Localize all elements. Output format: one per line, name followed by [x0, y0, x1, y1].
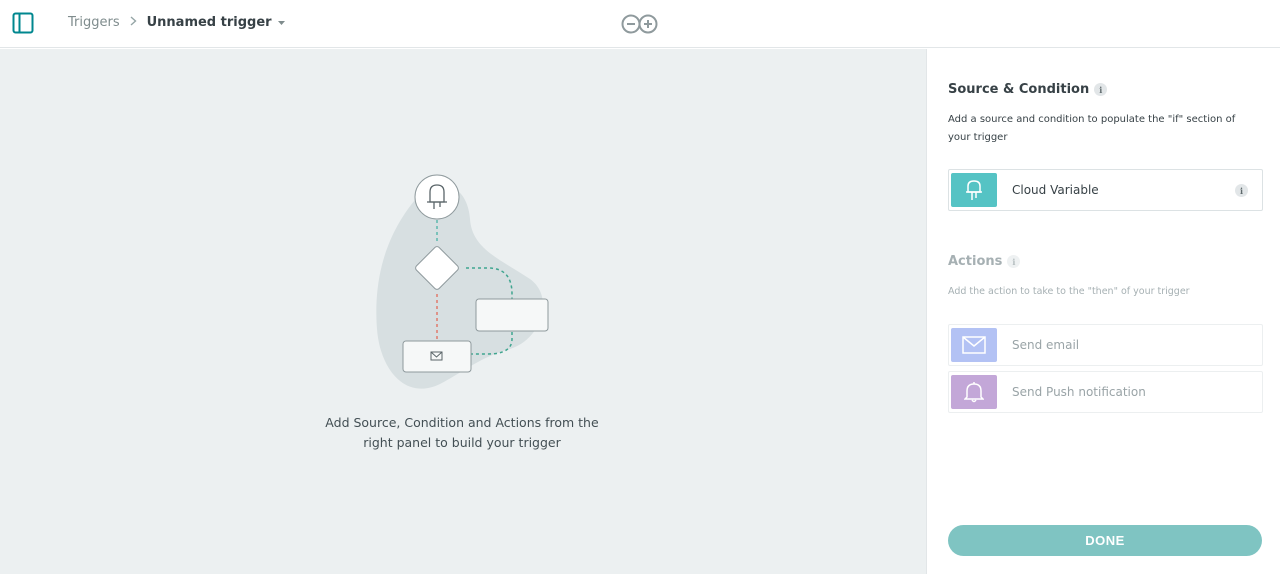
trigger-canvas: Add Source, Condition and Actions from t…	[0, 49, 926, 574]
canvas-hint-text: Add Source, Condition and Actions from t…	[325, 415, 599, 450]
trigger-name-dropdown[interactable]: Unnamed trigger	[147, 15, 285, 30]
done-button[interactable]: DONE	[948, 525, 1262, 556]
info-icon[interactable]: i	[1094, 83, 1108, 96]
actions-description: Add the action to take to the "then" of …	[948, 286, 1190, 297]
info-icon[interactable]: i	[1235, 184, 1248, 197]
source-node-icon	[414, 174, 460, 220]
top-bar: Triggers Unnamed trigger	[0, 0, 1280, 48]
led-icon	[951, 173, 997, 207]
send-push-notification-card[interactable]: Send Push notification	[948, 371, 1263, 413]
source-section-title: Source & Condition i	[948, 82, 1108, 97]
send-email-card[interactable]: Send email	[948, 324, 1263, 366]
card-label: Send email	[1012, 338, 1080, 352]
bell-icon	[951, 375, 997, 409]
actions-section-title: Actions i	[948, 254, 1021, 269]
actions-title-text: Actions	[948, 254, 1003, 269]
info-icon[interactable]: i	[1007, 255, 1021, 268]
chevron-right-icon	[130, 16, 137, 29]
sidebar-toggle-icon[interactable]	[12, 12, 34, 34]
source-description: Add a source and condition to populate t…	[948, 114, 1236, 143]
card-label: Send Push notification	[1012, 385, 1146, 399]
caret-down-icon	[277, 15, 285, 30]
right-panel: Source & Condition i Add a source and co…	[926, 49, 1280, 574]
card-label: Cloud Variable	[1012, 183, 1099, 197]
breadcrumb: Triggers Unnamed trigger	[68, 15, 285, 30]
breadcrumb-triggers-link[interactable]: Triggers	[68, 15, 120, 30]
source-title-text: Source & Condition	[948, 82, 1090, 97]
envelope-icon	[951, 328, 997, 362]
trigger-flow-illustration	[360, 169, 570, 399]
arduino-logo-icon	[620, 13, 660, 35]
trigger-name: Unnamed trigger	[146, 15, 272, 30]
cloud-variable-card[interactable]: Cloud Variable i	[948, 169, 1263, 211]
